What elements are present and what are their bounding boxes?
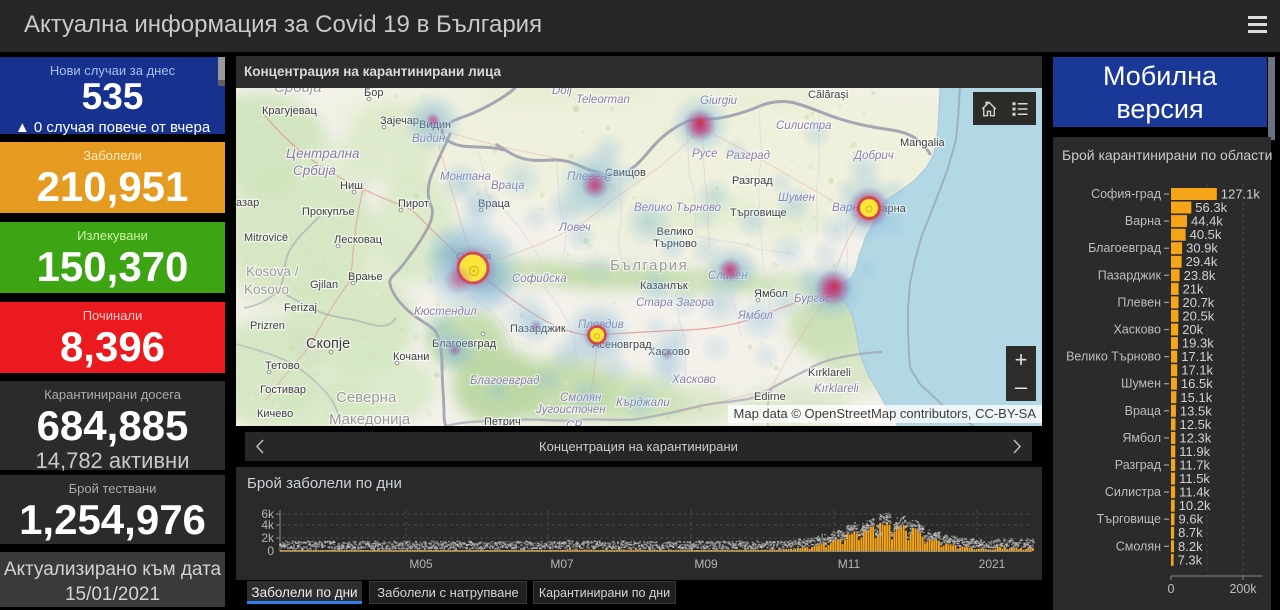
svg-text:Кичево: Кичево xyxy=(257,408,293,420)
svg-text:Mangalia: Mangalia xyxy=(900,137,946,149)
svg-text:4k: 4k xyxy=(846,523,854,532)
svg-text:Гостивар: Гостивар xyxy=(260,384,306,396)
svg-text:Kırklareli: Kırklareli xyxy=(814,383,859,395)
svg-text:2k: 2k xyxy=(943,535,951,544)
svg-text:2021: 2021 xyxy=(979,557,1006,571)
svg-text:0: 0 xyxy=(267,544,274,558)
svg-text:Prizren: Prizren xyxy=(250,320,285,332)
svg-text:Teleorman: Teleorman xyxy=(576,94,630,106)
svg-text:2k: 2k xyxy=(952,535,960,544)
svg-text:СР: СР xyxy=(566,420,582,426)
svg-text:Македонија: Македонија xyxy=(329,411,411,426)
svg-text:Централна: Централна xyxy=(286,146,360,161)
svg-text:0: 0 xyxy=(1168,582,1175,596)
svg-text:3k: 3k xyxy=(893,522,901,531)
svg-text:Благоевград: Благоевград xyxy=(1088,241,1162,255)
svg-text:2k: 2k xyxy=(905,520,913,529)
svg-text:Бор: Бор xyxy=(364,88,383,99)
svg-text:София-град: София-град xyxy=(1091,187,1162,201)
svg-text:Кочани: Кочани xyxy=(393,351,429,363)
svg-text:200k: 200k xyxy=(1229,582,1257,596)
svg-text:азар: азар xyxy=(236,197,259,209)
svg-text:3k: 3k xyxy=(917,523,925,532)
svg-text:Србија: Србија xyxy=(293,163,336,178)
svg-text:Ямбол: Ямбол xyxy=(1122,431,1161,445)
svg-text:M09: M09 xyxy=(694,557,718,571)
svg-text:Пазарджик: Пазарджик xyxy=(1098,268,1162,282)
svg-text:Плевен: Плевен xyxy=(1117,295,1161,309)
svg-text:M05: M05 xyxy=(409,557,433,571)
svg-text:2k: 2k xyxy=(261,531,275,545)
svg-text:3k: 3k xyxy=(828,535,836,544)
svg-text:4k: 4k xyxy=(875,529,883,538)
svg-text:Разград: Разград xyxy=(732,175,773,187)
svg-text:2k: 2k xyxy=(837,529,845,538)
svg-text:Пирот: Пирот xyxy=(398,198,429,210)
svg-text:Călărași: Călărași xyxy=(808,89,848,101)
svg-text:Србија: Србија xyxy=(274,88,322,96)
svg-text:Силистра: Силистра xyxy=(1105,485,1161,499)
svg-text:4k: 4k xyxy=(860,525,868,534)
svg-text:Враца: Враца xyxy=(1125,404,1161,418)
svg-text:M07: M07 xyxy=(550,557,574,571)
svg-text:Лесковац: Лесковац xyxy=(334,234,383,246)
svg-text:Ferizaj: Ferizaj xyxy=(284,302,317,314)
svg-text:Прокупље: Прокупље xyxy=(302,206,355,218)
svg-text:Edirne: Edirne xyxy=(754,391,786,403)
svg-text:3k: 3k xyxy=(884,511,892,520)
svg-text:Петрич: Петрич xyxy=(484,416,521,426)
svg-text:Велико Търново: Велико Търново xyxy=(1066,350,1161,364)
svg-text:Mitrovicë: Mitrovicë xyxy=(244,232,288,244)
svg-text:3k: 3k xyxy=(976,539,984,548)
svg-text:Хасково: Хасково xyxy=(1113,323,1161,337)
svg-text:Dolj: Dolj xyxy=(552,88,572,97)
svg-text:Скопје: Скопје xyxy=(306,336,350,352)
svg-text:Варна: Варна xyxy=(1125,214,1161,228)
svg-text:Ниш: Ниш xyxy=(340,180,363,192)
svg-text:Шумен: Шумен xyxy=(1121,377,1161,391)
svg-text:4k: 4k xyxy=(933,530,941,539)
svg-text:Kosova /: Kosova / xyxy=(246,264,299,279)
svg-text:Смолян: Смолян xyxy=(1116,539,1161,553)
svg-text:Северна: Северна xyxy=(336,389,397,406)
svg-text:Крагујевац: Крагујевац xyxy=(262,105,318,117)
svg-text:Разград: Разград xyxy=(1115,458,1162,472)
svg-text:Kosovo: Kosovo xyxy=(244,282,289,297)
svg-text:Kırklareli: Kırklareli xyxy=(808,367,851,379)
svg-text:Търговище: Търговище xyxy=(1097,512,1161,526)
svg-text:7.3k: 7.3k xyxy=(1178,552,1203,567)
svg-text:4k: 4k xyxy=(261,518,275,532)
svg-text:Gjilan: Gjilan xyxy=(310,279,338,291)
svg-text:M11: M11 xyxy=(838,557,861,571)
